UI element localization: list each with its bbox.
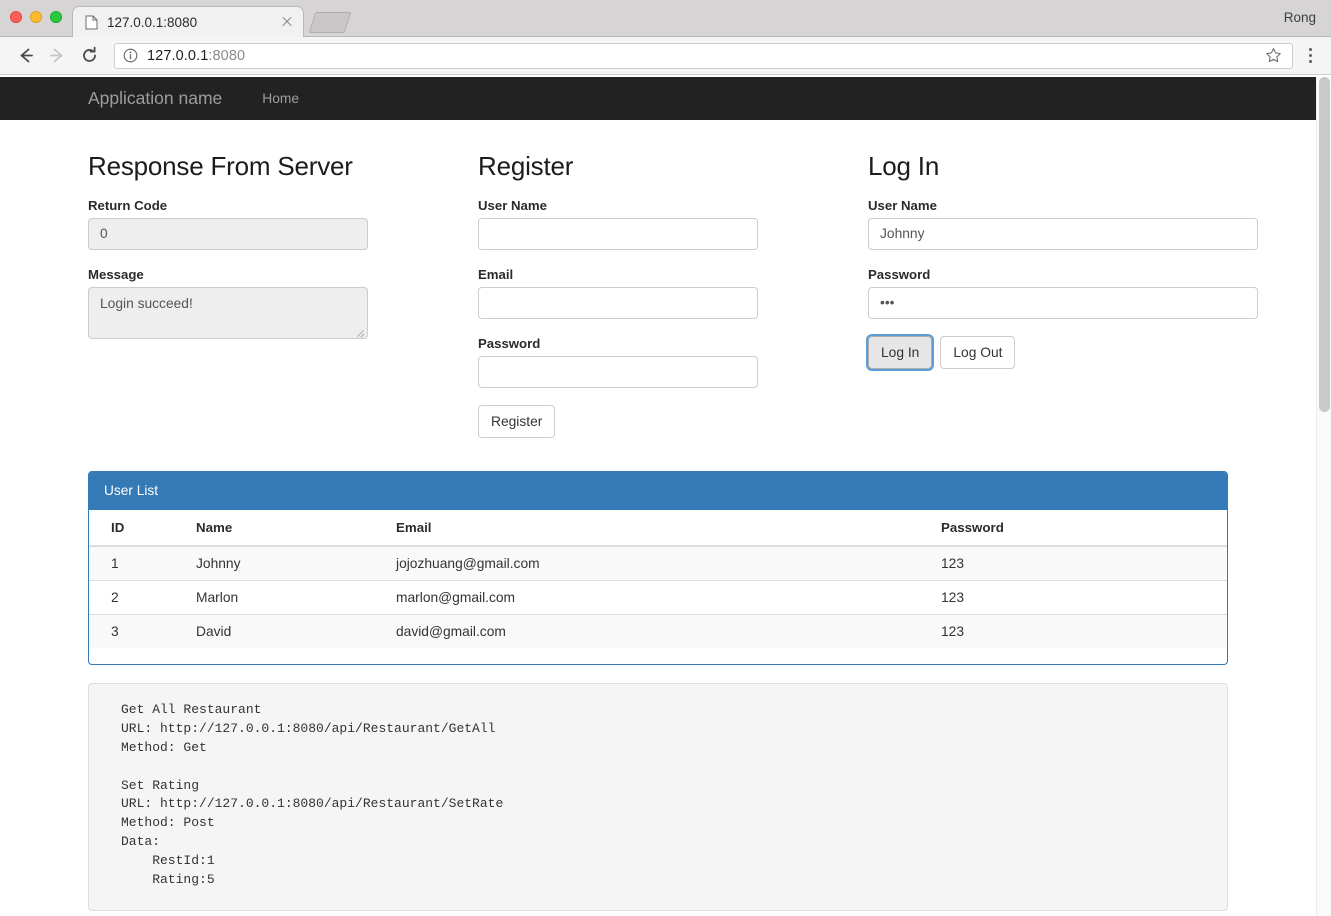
login-username-group: User Name (868, 198, 1258, 250)
cell-password: 123 (919, 545, 1227, 581)
column-header-id: ID (89, 510, 174, 548)
browser-window: 127.0.0.1:8080 Rong 127.0.0.1:8080 Appli… (0, 0, 1331, 916)
browser-tab-title: 127.0.0.1:8080 (107, 14, 198, 30)
user-list-table-body: 1 Johnny jojozhuang@gmail.com 123 2 Marl… (89, 545, 1227, 649)
register-button[interactable]: Register (478, 404, 556, 439)
cell-name: Johnny (174, 545, 374, 581)
return-code-input[interactable] (88, 217, 368, 250)
login-password-group: Password (868, 267, 1258, 319)
new-tab-button[interactable] (308, 12, 352, 33)
column-header-email: Email (374, 510, 919, 548)
cell-password: 123 (919, 580, 1227, 615)
back-arrow-icon[interactable] (10, 41, 40, 71)
user-list-panel-heading: User List (89, 472, 1227, 511)
register-password-input[interactable] (478, 355, 758, 388)
login-username-input[interactable] (868, 217, 1258, 250)
register-password-label: Password (478, 335, 541, 351)
user-list-panel: User List ID Name Email Password 1 Johnn… (88, 471, 1228, 666)
page-viewport: Application name Home Response From Serv… (0, 77, 1316, 916)
cell-id: 2 (89, 580, 174, 615)
browser-toolbar: 127.0.0.1:8080 (0, 37, 1331, 75)
logout-button[interactable]: Log Out (940, 335, 1016, 370)
reload-icon[interactable] (74, 41, 104, 71)
url-port: :8080 (208, 47, 246, 64)
navbar-link-home[interactable]: Home (248, 91, 313, 106)
register-section: Register User Name Email Password Regist… (478, 120, 868, 439)
user-list-table-head: ID Name Email Password (89, 510, 1227, 548)
message-label: Message (88, 266, 144, 282)
login-section: Log In User Name Password Log In Log Out (865, 120, 1258, 438)
cell-email: marlon@gmail.com (374, 580, 919, 615)
api-documentation-block: Get All Restaurant URL: http://127.0.0.1… (88, 683, 1228, 912)
response-section-title: Response From Server (88, 151, 353, 181)
cell-id: 3 (89, 614, 174, 649)
table-row[interactable]: 2 Marlon marlon@gmail.com 123 (89, 580, 1227, 615)
login-section-title: Log In (868, 151, 940, 181)
user-list-panel-body: ID Name Email Password 1 Johnny jojozhua… (89, 510, 1227, 664)
register-section-title: Register (478, 151, 574, 181)
window-traffic-lights (10, 11, 62, 23)
page-container: Response From Server Return Code Message… (0, 120, 1316, 912)
user-list-table: ID Name Email Password 1 Johnny jojozhua… (89, 510, 1227, 649)
response-from-server-section: Response From Server Return Code Message… (88, 120, 478, 438)
table-row[interactable]: 1 Johnny jojozhuang@gmail.com 123 (89, 545, 1227, 581)
cell-email: david@gmail.com (374, 614, 919, 649)
column-header-name: Name (174, 510, 374, 548)
browser-profile-name[interactable]: Rong (1284, 10, 1316, 25)
register-email-group: Email (478, 267, 758, 319)
cell-id: 1 (89, 545, 174, 581)
register-username-label: User Name (478, 197, 547, 213)
register-password-group: Password (478, 336, 758, 388)
login-button-row: Log In Log Out (865, 333, 1258, 372)
page-scrollbar[interactable] (1316, 77, 1331, 916)
table-header-row: ID Name Email Password (89, 510, 1227, 548)
return-code-group: Return Code (88, 198, 368, 250)
column-header-password: Password (919, 510, 1227, 548)
table-row[interactable]: 3 David david@gmail.com 123 (89, 614, 1227, 649)
cell-email: jojozhuang@gmail.com (374, 545, 919, 581)
navbar-brand[interactable]: Application name (88, 89, 222, 108)
message-textarea[interactable]: Login succeed! (88, 286, 368, 339)
browser-tab[interactable]: 127.0.0.1:8080 (72, 6, 304, 37)
forward-arrow-icon (42, 41, 72, 71)
kebab-menu-icon[interactable] (1299, 48, 1321, 63)
page-icon (85, 15, 98, 30)
close-icon[interactable] (279, 14, 295, 30)
login-password-input[interactable] (868, 286, 1258, 319)
cell-name: David (174, 614, 374, 649)
message-textarea-wrap: Login succeed! (88, 286, 368, 339)
login-password-label: Password (868, 266, 931, 282)
login-username-label: User Name (868, 197, 937, 213)
message-group: Message Login succeed! (88, 267, 368, 339)
forms-row: Response From Server Return Code Message… (88, 120, 1258, 439)
register-username-input[interactable] (478, 217, 758, 250)
browser-tab-strip: 127.0.0.1:8080 Rong (0, 0, 1331, 37)
register-username-group: User Name (478, 198, 758, 250)
login-button[interactable]: Log In (865, 333, 935, 372)
register-email-input[interactable] (478, 286, 758, 319)
return-code-label: Return Code (88, 197, 168, 213)
minimize-window-button[interactable] (30, 11, 42, 23)
cell-password: 123 (919, 614, 1227, 649)
zoom-window-button[interactable] (50, 11, 62, 23)
address-bar[interactable]: 127.0.0.1:8080 (114, 42, 1293, 69)
page-scrollbar-thumb[interactable] (1319, 77, 1330, 412)
url-host: 127.0.0.1 (147, 47, 209, 64)
app-navbar: Application name Home (0, 77, 1316, 120)
address-bar-url: 127.0.0.1:8080 (147, 48, 245, 64)
register-email-label: Email (478, 266, 514, 282)
cell-name: Marlon (174, 580, 374, 615)
star-bookmark-icon[interactable] (1265, 47, 1284, 64)
info-circle-icon[interactable] (123, 48, 138, 63)
close-window-button[interactable] (10, 11, 22, 23)
